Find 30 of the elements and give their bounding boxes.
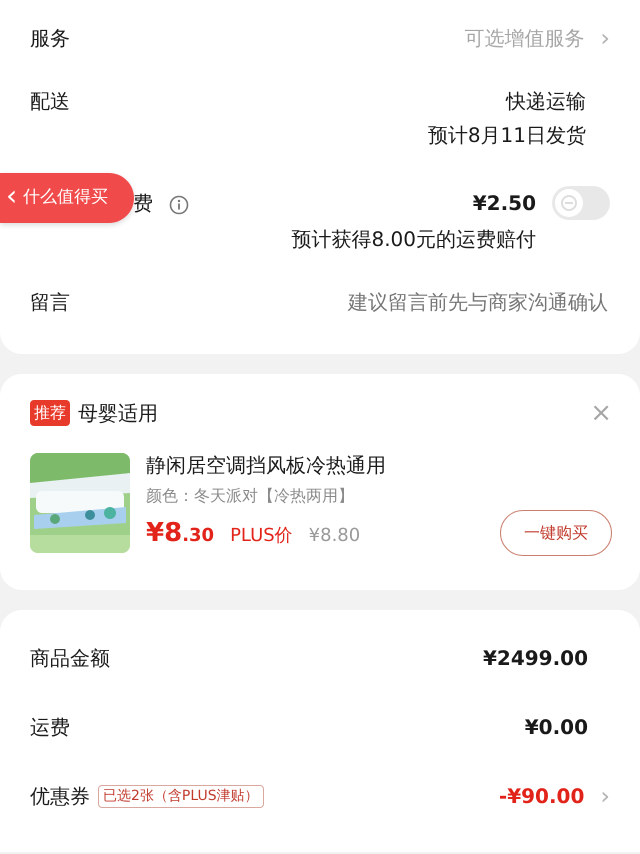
section-title: 母婴适用 [78,400,158,427]
product-name: 静闲居空调挡风板冷热通用 [146,452,387,479]
coupon-tag: 已选2张（含PLUS津贴） [98,784,264,808]
delivery-method: 快递运输 [504,88,586,115]
amount-value: ¥0.00 [524,714,588,741]
row-label: 服务 [30,25,70,52]
delivery-eta: 预计8月11日发货 [428,122,586,149]
amount-value: ¥2499.00 [482,645,588,672]
row-label: 配送 [30,88,70,115]
fee-price: ¥2.50 [472,190,536,217]
row-label: 留言 [30,289,70,316]
amount-value: -¥90.00 [498,783,584,810]
recommend-tag: 推荐 [30,400,70,426]
buy-button[interactable]: 一键购买 [500,510,612,556]
compensation-note: 预计获得8.00元的运费赔付 [291,226,536,253]
row-label: 商品金额 [30,645,110,672]
row-label: 优惠券 [30,783,90,810]
price-label: PLUS价 [230,524,293,548]
close-button[interactable]: × [590,400,612,426]
back-button[interactable]: ‹ 什么值得买 [0,173,134,223]
product-variant: 颜色：冬天派对【冷热两用】 [146,485,355,507]
chevron-icon: › [600,784,610,808]
plus-price: ¥8.30 [146,516,214,550]
row-label: 运费 [30,714,70,741]
chevron-icon: › [600,26,610,50]
minus-icon [561,195,577,211]
row-label: 费 [133,190,153,217]
service-link[interactable]: 可选增值服务 [464,23,584,53]
original-price: ¥8.80 [308,524,360,548]
freight-toggle[interactable] [552,186,610,220]
